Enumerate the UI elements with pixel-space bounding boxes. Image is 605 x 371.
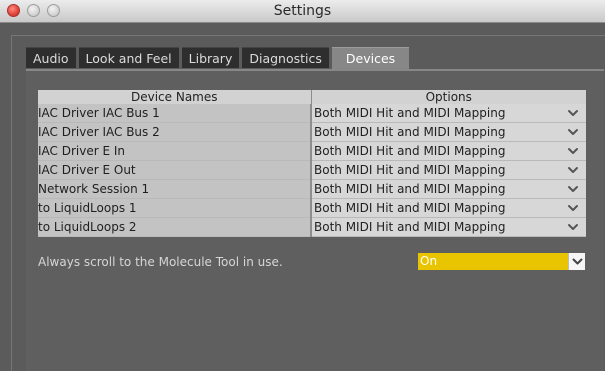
- tab-devices[interactable]: Devices: [331, 47, 410, 69]
- tab-library[interactable]: Library: [181, 47, 240, 68]
- chevron-down-icon[interactable]: [567, 183, 579, 195]
- table-header-row: Device Names Options: [38, 90, 586, 104]
- column-header-device-names[interactable]: Device Names: [38, 90, 312, 104]
- device-option-select[interactable]: Both MIDI Hit and MIDI Mapping: [311, 122, 586, 142]
- device-option-value: Both MIDI Hit and MIDI Mapping: [314, 125, 506, 139]
- table-row[interactable]: IAC Driver IAC Bus 1 Both MIDI Hit and MI…: [38, 104, 586, 123]
- table-row[interactable]: to LiquidLoops 1 Both MIDI Hit and MIDI M…: [38, 198, 586, 218]
- device-name-cell: IAC Driver IAC Bus 2: [38, 122, 312, 142]
- table-row[interactable]: IAC Driver E In Both MIDI Hit and MIDI Ma…: [38, 141, 586, 161]
- tab-look-and-feel[interactable]: Look and Feel: [78, 47, 179, 68]
- dropdown-button[interactable]: [568, 253, 585, 270]
- device-option-select[interactable]: Both MIDI Hit and MIDI Mapping: [311, 217, 586, 237]
- device-name-cell: Network Session 1: [38, 179, 312, 199]
- device-name-cell: IAC Driver E Out: [38, 160, 312, 180]
- chevron-down-icon: [572, 258, 583, 265]
- device-name-cell: to LiquidLoops 1: [38, 198, 312, 218]
- device-option-value: Both MIDI Hit and MIDI Mapping: [314, 106, 506, 120]
- table-row[interactable]: to LiquidLoops 2 Both MIDI Hit and MIDI M…: [38, 217, 586, 237]
- table-row[interactable]: IAC Driver IAC Bus 2 Both MIDI Hit and MI…: [38, 122, 586, 142]
- device-name-cell: IAC Driver E In: [38, 141, 312, 161]
- device-name-cell: to LiquidLoops 2: [38, 217, 312, 237]
- table-row[interactable]: Network Session 1 Both MIDI Hit and MIDI …: [38, 179, 586, 199]
- column-header-options[interactable]: Options: [311, 90, 586, 104]
- device-option-select[interactable]: Both MIDI Hit and MIDI Mapping: [311, 141, 586, 161]
- tab-audio[interactable]: Audio: [26, 47, 76, 68]
- device-option-value: Both MIDI Hit and MIDI Mapping: [314, 182, 506, 196]
- device-option-select[interactable]: Both MIDI Hit and MIDI Mapping: [311, 104, 586, 123]
- device-option-value: Both MIDI Hit and MIDI Mapping: [314, 163, 506, 177]
- device-option-select[interactable]: Both MIDI Hit and MIDI Mapping: [311, 160, 586, 180]
- chevron-down-icon[interactable]: [567, 221, 579, 233]
- device-option-value: Both MIDI Hit and MIDI Mapping: [314, 144, 506, 158]
- title-bar[interactable]: Settings: [0, 0, 605, 23]
- chevron-down-icon[interactable]: [567, 145, 579, 157]
- device-name-cell: IAC Driver IAC Bus 1: [38, 104, 312, 123]
- device-option-select[interactable]: Both MIDI Hit and MIDI Mapping: [311, 198, 586, 218]
- chevron-down-icon[interactable]: [567, 164, 579, 176]
- scroll-setting-label: Always scroll to the Molecule Tool in us…: [38, 255, 283, 269]
- device-option-value: Both MIDI Hit and MIDI Mapping: [314, 220, 506, 234]
- device-option-select[interactable]: Both MIDI Hit and MIDI Mapping: [311, 179, 586, 199]
- tab-diagnostics[interactable]: Diagnostics: [242, 47, 329, 68]
- chevron-down-icon[interactable]: [567, 126, 579, 138]
- scroll-setting-value: On: [420, 254, 438, 268]
- chevron-down-icon[interactable]: [567, 202, 579, 214]
- settings-window: Settings Audio Look and Feel Library Dia…: [0, 0, 605, 371]
- device-option-value: Both MIDI Hit and MIDI Mapping: [314, 201, 506, 215]
- scroll-setting-select[interactable]: On: [418, 253, 585, 270]
- device-table: Device Names Options IAC Driver IAC Bus …: [38, 90, 586, 237]
- tab-bar: Audio Look and Feel Library Diagnostics …: [26, 47, 410, 69]
- window-title: Settings: [273, 3, 332, 19]
- chevron-down-icon[interactable]: [567, 107, 579, 119]
- table-row[interactable]: IAC Driver E Out Both MIDI Hit and MIDI M…: [38, 160, 586, 180]
